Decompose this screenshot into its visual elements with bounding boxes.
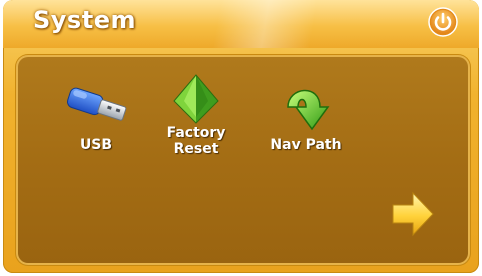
nav-path-label: Nav Path — [270, 137, 342, 153]
power-icon — [428, 7, 458, 37]
usb-button[interactable]: USB — [56, 77, 136, 153]
power-button[interactable] — [427, 6, 459, 38]
arrow-right-icon — [392, 191, 434, 237]
nav-path-button[interactable]: Nav Path — [261, 77, 351, 153]
factory-reset-button[interactable]: Factory Reset — [156, 73, 236, 157]
menu-panel: USB Factory Reset Nav Path — [16, 55, 470, 265]
title-bar: System — [3, 0, 479, 48]
usb-label: USB — [79, 137, 113, 153]
page-title: System — [33, 6, 136, 34]
system-screen: System USB Factory Reset Nav Path — [3, 0, 479, 273]
next-page-button[interactable] — [391, 191, 435, 237]
pyramid-icon — [173, 74, 219, 124]
curved-arrow-down-icon — [287, 89, 330, 131]
usb-drive-icon — [67, 87, 127, 121]
factory-reset-label-line1: Factory — [166, 125, 226, 141]
factory-reset-label-line2: Reset — [173, 141, 219, 157]
